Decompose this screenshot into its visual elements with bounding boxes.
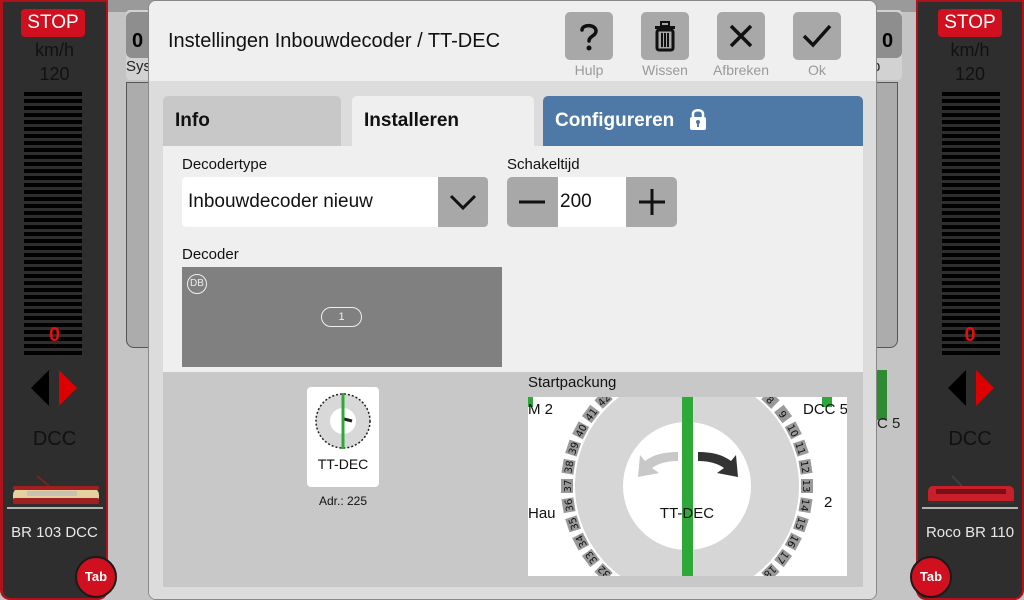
background-dcc-label: C 5 [877,415,901,432]
turntable-center-label: TT-DEC [660,505,714,522]
stop-button[interactable]: STOP [21,9,85,37]
track-number-label: 38 [564,460,577,474]
protocol-label: DCC [32,428,77,450]
max-speed: 120 [39,64,70,84]
direction-forward-button[interactable] [976,370,994,406]
cab-right: STOP km/h 120 0 DCC Roco BR 110 Tab [910,0,1024,600]
schakeltijd-stepper: 200 [507,177,677,227]
check-icon [802,24,832,48]
speed-unit: km/h [34,40,74,60]
startpackung-label: Startpackung [528,374,617,391]
direction-reverse-button[interactable] [31,370,49,406]
speed-unit: km/h [950,40,990,60]
locomotive-image[interactable] [7,474,103,512]
function-button[interactable]: Tab [910,556,952,598]
layout-section: TT-DEC Adr.: 225 Startpackung 42 41 40 39 38… [163,372,863,587]
schakeltijd-label: Schakeltijd [507,156,580,173]
left-track-38[interactable]: 38 [561,458,577,475]
right-track-12[interactable]: 12 [797,458,813,475]
lock-icon [689,108,706,130]
track-number-label: 12 [798,460,811,474]
decodertype-select[interactable]: Inbouwdecoder nieuw [182,177,488,227]
close-icon [729,24,753,48]
screen: 0 Sys 0 p C 5 STOP km/h 120 0 DCC BR 103… [0,0,1024,600]
speed-slider[interactable] [24,92,82,356]
right-track-11[interactable]: 11 [792,439,809,457]
speed-slider[interactable] [942,92,1000,356]
right-edge-text: DCC 5 [803,401,847,418]
turntable-bridge-track [682,397,693,576]
decoder-preview: DB 1 [182,267,502,367]
right-mid-text: 2 [824,494,832,511]
track-number-label: 14 [798,498,811,512]
current-speed: 0 [964,324,976,346]
article-name: TT-DEC [317,456,369,472]
left-mid-text: Hau [528,505,556,522]
tab-installeren[interactable]: Installeren [352,96,534,146]
chevron-down-icon [449,194,477,211]
article-card[interactable]: TT-DEC [307,387,379,487]
track-number-label: 13 [800,480,811,493]
tab-info[interactable]: Info [163,96,341,146]
left-track-35[interactable]: 35 [565,515,582,533]
right-track-13[interactable]: 13 [800,479,813,493]
decoder-label: Decoder [182,246,239,263]
turntable-diagram: 4241403938373635343332 89101112131415161… [528,397,847,576]
install-content: Decodertype Inbouwdecoder nieuw Schakelt… [163,146,863,372]
right-track-15[interactable]: 15 [792,515,809,533]
decoder-protocol-badge: DB [187,274,207,294]
current-speed: 0 [48,324,61,346]
help-label: Hulp [574,62,604,78]
decodertype-label: Decodertype [182,156,268,173]
question-icon [580,23,598,51]
tab-configureren[interactable]: Configureren [543,96,863,146]
background-track-signal [877,370,887,420]
right-track-14[interactable]: 14 [797,497,813,514]
startpackung-track-view[interactable]: 42 41 40 39 38 37 36 35 34 33 32 8 9 10 11 12 13 14 15 16 1… [528,397,847,576]
minus-icon [519,200,545,204]
article-address: Adr.: 225 [318,494,368,508]
left-track-37[interactable]: 37 [561,479,574,493]
locomotive-name: Roco BR 110 [925,524,1015,541]
ok-button[interactable] [793,12,841,60]
plus-icon [639,189,665,215]
decoder-address-pill[interactable]: 1 [321,307,362,327]
settings-dialog: Instellingen Inbouwdecoder / TT-DEC Hulp [148,0,877,600]
dialog-body: Info Installeren Configureren Decodertyp… [149,81,876,599]
left-track-39[interactable]: 39 [565,439,582,457]
track-number-label: 37 [563,480,574,493]
cancel-label: Afbreken [712,62,770,78]
track-number-label: 36 [564,498,577,512]
decodertype-dropdown-button[interactable] [438,177,488,227]
left-track-36[interactable]: 36 [561,497,577,514]
turntable-icon [315,393,371,449]
left-edge-text: M 2 [528,401,553,418]
help-button[interactable] [565,12,613,60]
ok-label: Ok [808,62,826,78]
schakeltijd-input[interactable]: 200 [558,177,626,227]
trash-icon [655,21,675,52]
direction-reverse-button[interactable] [948,370,966,406]
stop-button[interactable]: STOP [938,9,1002,37]
cab-left: STOP km/h 120 0 DCC BR 103 DCC Tab [0,0,117,600]
max-speed: 120 [954,64,986,84]
dialog-title: Instellingen Inbouwdecoder / TT-DEC [168,30,501,52]
locomotive-image[interactable] [922,474,1018,512]
direction-forward-button[interactable] [59,370,77,406]
decodertype-value: Inbouwdecoder nieuw [188,191,373,212]
decrement-button[interactable] [507,177,557,227]
protocol-label: DCC [948,428,992,450]
system-tile-value: 0 [132,30,144,52]
increment-button[interactable] [627,177,677,227]
tab-configureren-label: Configureren [555,110,675,131]
function-button[interactable]: Tab [75,556,117,598]
locomotive-name: BR 103 DCC [11,524,98,541]
right-tile-value: 0 [882,30,894,52]
delete-label: Wissen [642,62,688,78]
dialog-header: Instellingen Inbouwdecoder / TT-DEC Hulp [149,1,876,81]
delete-button[interactable] [641,12,689,60]
cancel-button[interactable] [717,12,765,60]
